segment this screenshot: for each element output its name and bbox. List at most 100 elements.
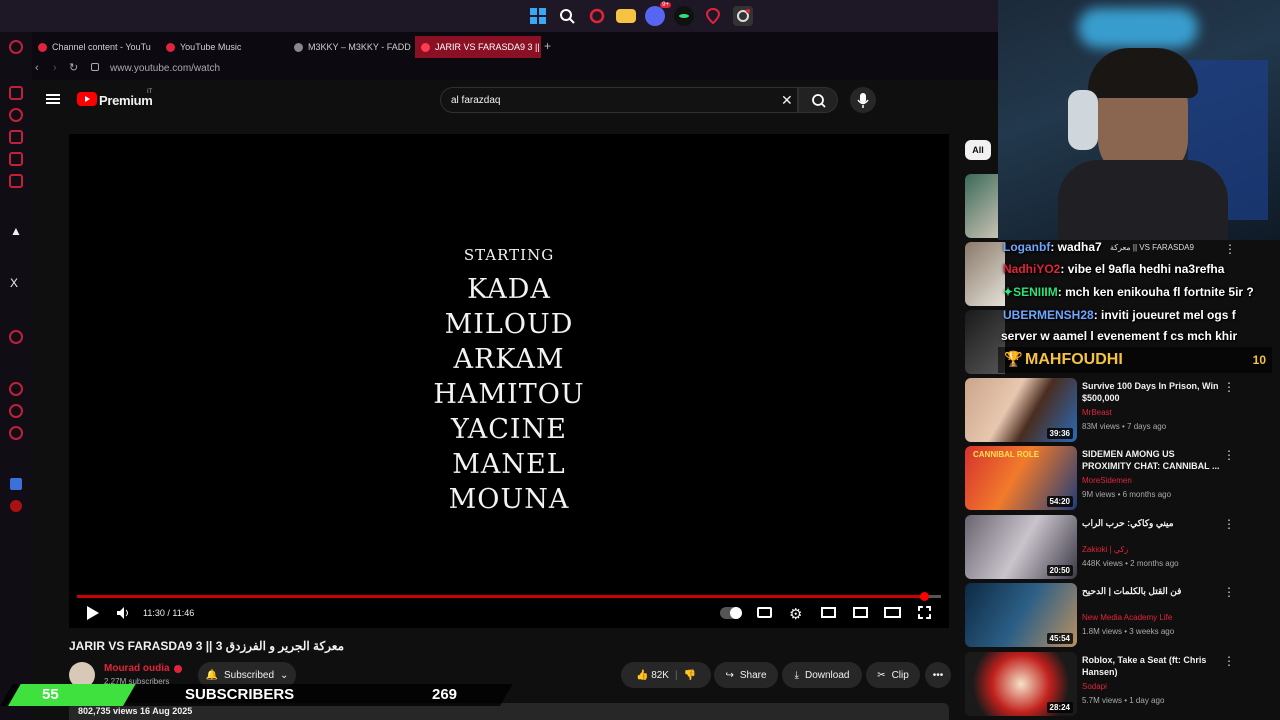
opera-gx-icon[interactable] [587,6,607,26]
history-icon[interactable] [9,108,23,122]
chat-icon[interactable] [9,404,23,418]
chevron-down-icon: ⌄ [280,669,289,681]
video-title[interactable]: SIDEMEN AMONG US PROXIMITY CHAT: CANNIBA… [1082,448,1220,472]
channel-name[interactable]: MrBeast [1082,408,1112,417]
subscribed-label: Subscribed [224,669,275,681]
related-video[interactable]: 20:50 ميني وكاكي: حرب الراب Zakioki | زك… [965,515,1235,579]
clip-button[interactable]: ✂ Clip [866,662,920,688]
video-thumbnail[interactable]: 39:36 [965,378,1077,442]
youtube-icon [421,42,430,52]
tiktok-icon[interactable]: ▲ [10,224,22,238]
x-icon[interactable]: X [10,276,18,290]
related-video[interactable]: 39:36 Survive 100 Days In Prison, Win $5… [965,378,1235,442]
chip-all[interactable]: All [965,140,991,160]
discord-badge: 9+ [660,2,671,8]
bitwarden-icon[interactable] [10,478,22,490]
more-icon[interactable]: ⋮ [1223,585,1235,599]
player-icon[interactable] [9,330,23,344]
top-gifter-banner: 🏆 MAHFOUDHI 10 [998,347,1272,373]
video-title[interactable]: ميني وكاكي: حرب الراب [1082,517,1220,529]
more-actions-button[interactable]: ••• [925,662,951,688]
more-icon[interactable]: ⋮ [1223,380,1235,394]
video-title[interactable]: Roblox, Take a Seat (ft: Chris Hansen) [1082,654,1220,678]
hamburger-menu-icon[interactable] [46,94,60,96]
opera-menu-icon[interactable] [9,40,23,54]
tab-m3kky[interactable]: M3KKY – M3KKY - FADD [288,36,416,58]
search-icon[interactable] [557,6,577,26]
gamepad-icon[interactable] [9,152,23,166]
reload-icon[interactable]: ↻ [69,61,78,74]
duration-badge: 45:54 [1046,633,1073,644]
more-icon[interactable]: ⋮ [1223,517,1235,531]
channel-name[interactable]: MoreSidemen [1082,476,1132,485]
more-icon[interactable]: ⋮ [1223,654,1235,668]
tab-channel-content[interactable]: Channel content - YouTu [32,36,162,58]
channel-name[interactable]: Sodapi [1082,682,1107,691]
progress-bar[interactable] [77,595,924,598]
back-icon[interactable]: ‹ [35,62,39,74]
play-button[interactable] [86,605,100,626]
video-thumbnail[interactable] [965,174,998,238]
bag-icon[interactable] [9,130,23,144]
windows-start-icon[interactable] [528,6,548,26]
volume-icon[interactable] [116,606,130,625]
duration-badge: 39:36 [1046,428,1073,439]
related-video[interactable]: CANNIBAL ROLE 54:20 SIDEMEN AMONG US PRO… [965,446,1235,510]
like-button[interactable]: 👍 82K [636,670,669,681]
video-player[interactable]: STARTING KADA MILOUD ARKAM HAMITOU YACINE MAN… [69,134,949,628]
file-explorer-icon[interactable] [616,9,636,23]
fullscreen-icon[interactable] [918,606,931,619]
video-thumbnail[interactable]: 20:50 [965,515,1077,579]
settings-gear-icon[interactable]: ⚙ [789,605,802,623]
chat-text: server w aamel l evenement f cs mch khir [1001,329,1238,343]
search-button[interactable] [798,87,838,113]
search-box[interactable]: al farazdaq ✕ [440,87,798,113]
more-icon[interactable]: ⋮ [1224,242,1236,256]
subscriber-goal-bar: 55 SUBSCRIBERS 269 [0,684,513,706]
ublock-icon[interactable] [10,500,22,512]
video-thumbnail[interactable]: 45:54 [965,583,1077,647]
news-icon[interactable] [9,174,23,188]
theater-mode-icon[interactable] [884,607,901,618]
more-icon[interactable]: ⋮ [1223,448,1235,462]
download-label: Download [804,669,850,681]
tab-jarir-active[interactable]: JARIR VS FARASDA9 3 || [415,36,541,58]
clear-search-icon[interactable]: ✕ [781,92,793,109]
gear-icon[interactable] [9,426,23,440]
progress-knob[interactable] [920,592,929,601]
video-title[interactable]: فن القتل بالكلمات | الدحيح [1082,585,1220,597]
mail-icon[interactable] [9,86,23,100]
settings-icon[interactable] [733,6,753,26]
subtitles-icon[interactable] [757,607,772,618]
youtube-logo-icon[interactable] [77,92,97,106]
map-pin-icon[interactable] [703,6,723,26]
search-input[interactable]: al farazdaq [451,95,500,106]
channel-name[interactable]: New Media Academy Life [1082,613,1172,622]
chat-username: NadhiYO2 [1003,262,1061,276]
clock-icon[interactable] [9,382,23,396]
autoplay-toggle[interactable] [720,607,742,619]
miniplayer-icon[interactable] [821,607,836,618]
video-thumbnail[interactable] [965,242,1005,306]
discord-icon[interactable]: 9+ [645,2,671,26]
app-icon[interactable] [674,6,694,26]
picture-in-picture-icon[interactable] [853,607,868,618]
trophy-icon: 🏆 [1004,351,1023,368]
share-button[interactable]: ↪ Share [714,662,778,688]
chat-text: : mch ken enikouha fl fortnite 5ir ? [1057,285,1254,299]
download-button[interactable]: ⤓ Download [782,662,862,688]
video-thumbnail[interactable]: CANNIBAL ROLE 54:20 [965,446,1077,510]
url-text[interactable]: www.youtube.com/watch [110,63,220,74]
logo-text[interactable]: Premium [99,93,153,108]
dislike-icon[interactable]: 👎 [684,670,696,681]
video-title[interactable]: Survive 100 Days In Prison, Win $500,000 [1082,380,1220,404]
tab-youtube-music[interactable]: YouTube Music [160,36,285,58]
channel-name[interactable]: Zakioki | زكي [1082,545,1128,554]
new-tab-button[interactable]: + [544,39,551,53]
forward-icon[interactable]: › [53,62,57,74]
channel-name[interactable]: Mourad oudia [104,663,170,674]
video-thumbnail[interactable]: 28:24 [965,652,1077,716]
voice-search-icon[interactable] [850,87,876,113]
related-video[interactable]: 28:24 Roblox, Take a Seat (ft: Chris Han… [965,652,1235,716]
related-video[interactable]: 45:54 فن القتل بالكلمات | الدحيح New Med… [965,583,1235,647]
